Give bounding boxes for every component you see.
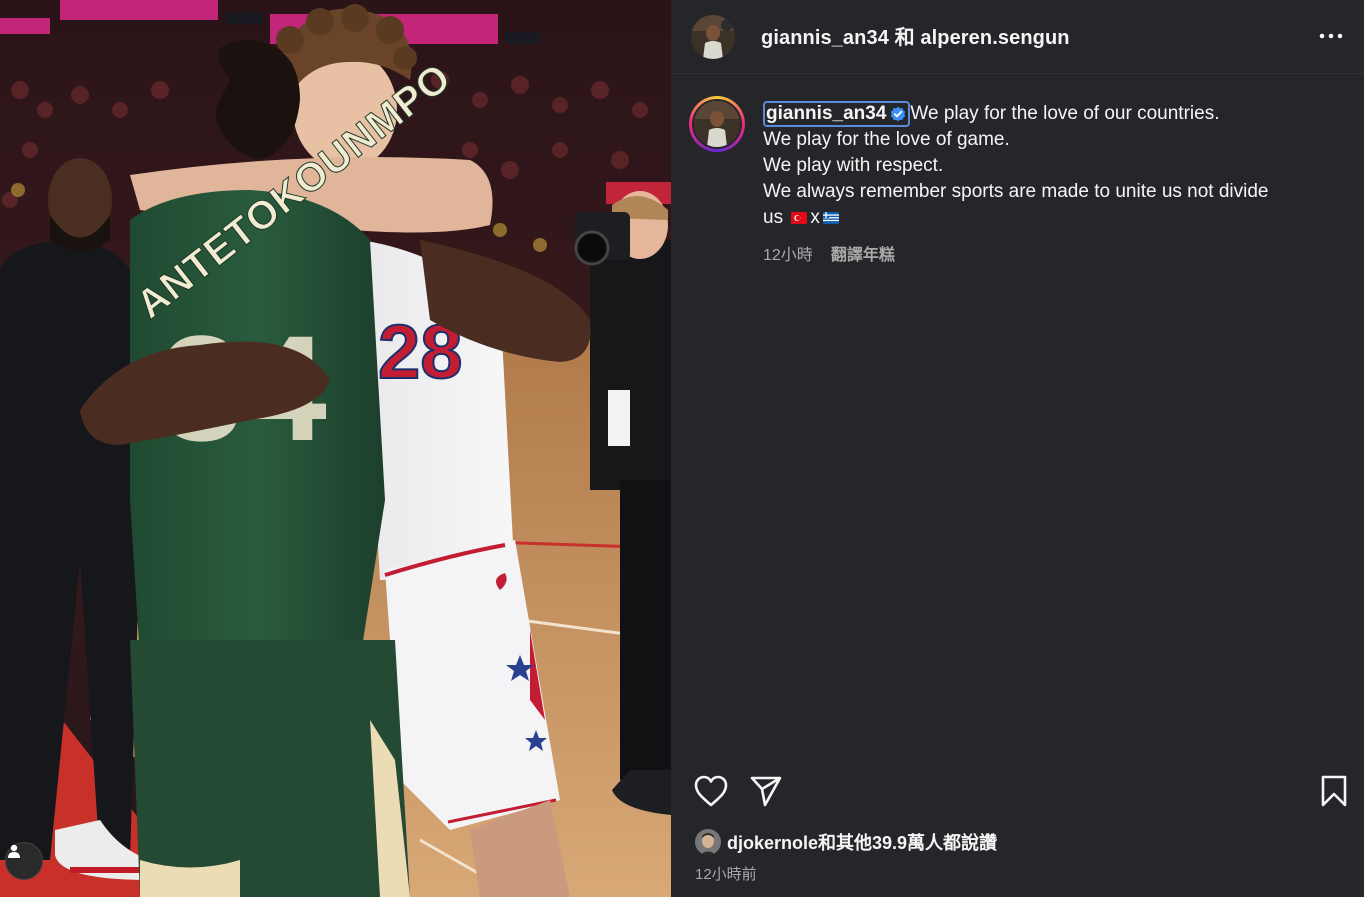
action-bar [671,770,1364,814]
caption-line-1: We play for the love of our countries. [910,103,1220,124]
caption-line-2: We play for the love of game. [763,129,1010,150]
photo-illustration: 28 ANTETOKOUNMPO 34 [0,0,671,897]
liker-avatar[interactable] [695,829,721,855]
caption-line-3: We play with respect. [763,155,944,176]
profile-photo-icon [694,101,740,147]
profile-photo-icon [691,15,735,59]
instagram-post-view: 28 ANTETOKOUNMPO 34 [0,0,1364,897]
header-username-2[interactable]: alperen.sengun [920,27,1069,49]
coauthor-avatar[interactable] [691,15,735,59]
greece-flag-icon [822,211,839,224]
send-icon [750,776,782,807]
caption-username[interactable]: giannis_an34 [766,103,886,125]
more-horizontal-icon [1319,33,1343,39]
person-tag-icon [8,844,20,858]
save-button[interactable] [1319,774,1349,813]
more-options-button[interactable] [1318,24,1344,48]
user-tag-button[interactable] [5,842,43,880]
caption-meta: 12小時 翻譯年糕 [763,241,895,265]
verified-badge-icon [891,106,906,122]
post-photo[interactable]: 28 ANTETOKOUNMPO 34 [0,0,671,897]
header-username-1[interactable]: giannis_an34 [761,27,889,49]
share-button[interactable] [749,774,783,813]
post-detail-panel: giannis_an34 和 alperen.sengun giannis_an… [671,0,1364,897]
caption-line-5-prefix: us [763,207,784,228]
turkey-flag-icon [791,211,808,224]
caption-line-4: We always remember sports are made to un… [763,181,1269,202]
likes-summary[interactable]: djokernole和其他39.9萬人都說讚 [695,829,997,855]
post-timestamp[interactable]: 12小時前 [695,863,757,884]
bookmark-icon [1321,775,1347,807]
header-joiner: 和 [894,27,915,49]
caption-avatar-story-ring[interactable] [689,96,745,152]
caption-flag-separator: x [810,207,820,228]
translate-button[interactable]: 翻譯年糕 [831,241,895,265]
like-button[interactable] [693,774,729,813]
coauthors-title: giannis_an34 和 alperen.sengun [761,21,1070,50]
caption-username-link[interactable]: giannis_an34 [763,101,911,127]
post-header: giannis_an34 和 alperen.sengun [671,0,1364,74]
profile-photo-icon [695,829,721,855]
caption-time[interactable]: 12小時 [763,241,813,265]
caption-text: giannis_an34 We play for the love of our… [763,101,1323,231]
heart-icon [694,775,728,807]
likes-text[interactable]: djokernole和其他39.9萬人都說讚 [727,829,997,855]
